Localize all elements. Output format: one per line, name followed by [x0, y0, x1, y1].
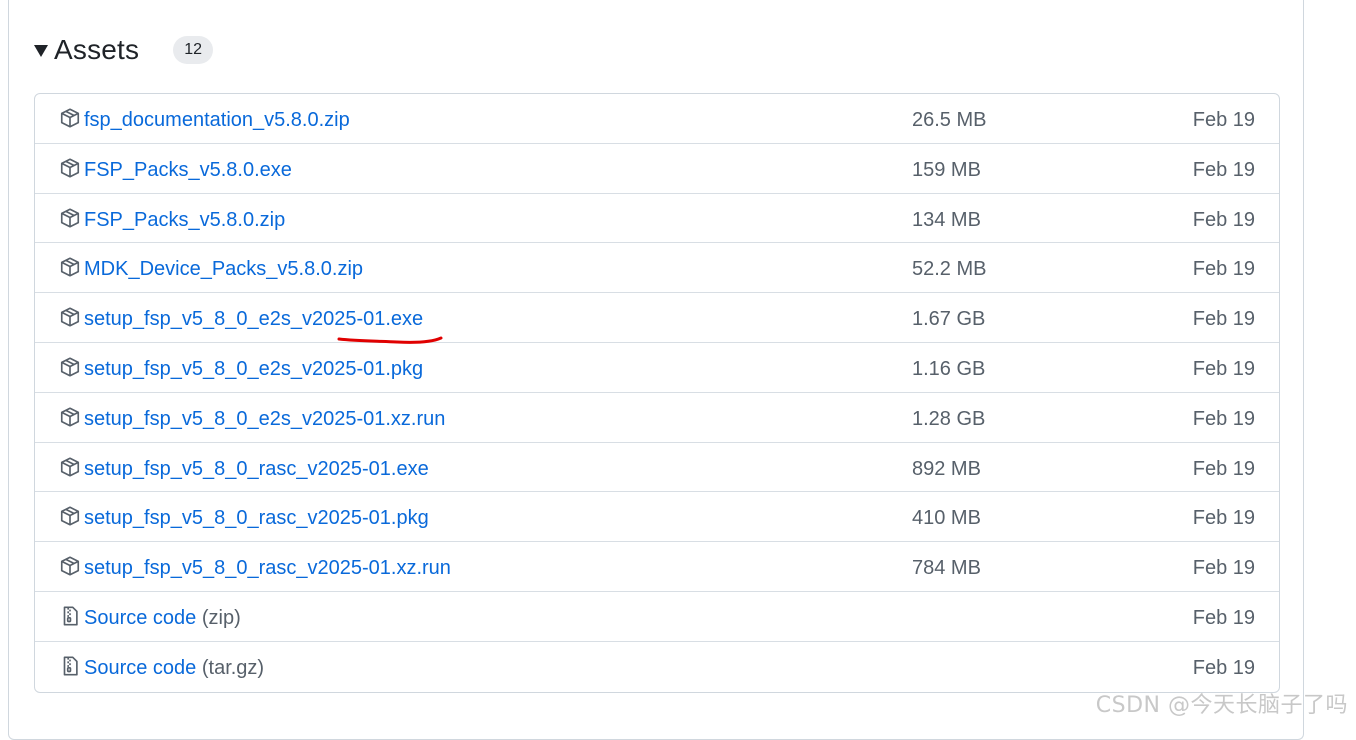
file-zip-icon	[59, 655, 81, 677]
package-icon	[59, 456, 81, 478]
asset-row: FSP_Packs_v5.8.0.zip 134 MB Feb 19	[35, 194, 1279, 244]
package-icon	[59, 356, 81, 378]
package-icon	[59, 207, 81, 229]
asset-name[interactable]: setup_fsp_v5_8_0_rasc_v2025-01.xz.run	[84, 557, 451, 579]
assets-count-badge: 12	[173, 36, 213, 64]
asset-date: Feb 19	[1193, 606, 1255, 630]
asset-row: FSP_Packs_v5.8.0.exe 159 MB Feb 19	[35, 144, 1279, 194]
asset-row: Source code (tar.gz) Feb 19	[35, 642, 1279, 692]
asset-size: 134 MB	[912, 208, 981, 232]
asset-size: 52.2 MB	[912, 257, 986, 281]
asset-name[interactable]: FSP_Packs_v5.8.0.zip	[84, 209, 285, 231]
asset-name[interactable]: setup_fsp_v5_8_0_e2s_v2025-01.xz.run	[84, 408, 445, 430]
asset-date: Feb 19	[1193, 108, 1255, 132]
asset-size: 159 MB	[912, 158, 981, 182]
asset-date: Feb 19	[1193, 307, 1255, 331]
asset-date: Feb 19	[1193, 556, 1255, 580]
red-underline-annotation	[337, 335, 443, 347]
asset-date: Feb 19	[1193, 457, 1255, 481]
asset-name[interactable]: Source code	[84, 607, 196, 629]
asset-download-link[interactable]: setup_fsp_v5_8_0_e2s_v2025-01.xz.run	[84, 407, 445, 431]
asset-download-link[interactable]: setup_fsp_v5_8_0_e2s_v2025-01.pkg	[84, 357, 423, 381]
asset-download-link[interactable]: MDK_Device_Packs_v5.8.0.zip	[84, 257, 363, 281]
asset-size: 410 MB	[912, 506, 981, 530]
asset-row: Source code (zip) Feb 19	[35, 592, 1279, 642]
asset-size: 784 MB	[912, 556, 981, 580]
asset-download-link[interactable]: fsp_documentation_v5.8.0.zip	[84, 108, 350, 132]
file-zip-icon	[59, 605, 81, 627]
asset-name-suffix[interactable]: (zip)	[196, 607, 240, 629]
asset-date: Feb 19	[1193, 506, 1255, 530]
asset-download-link[interactable]: setup_fsp_v5_8_0_rasc_v2025-01.pkg	[84, 506, 429, 530]
package-icon	[59, 406, 81, 428]
asset-row: setup_fsp_v5_8_0_e2s_v2025-01.exe 1.67 G…	[35, 293, 1279, 343]
asset-row: setup_fsp_v5_8_0_rasc_v2025-01.pkg 410 M…	[35, 492, 1279, 542]
asset-name-suffix[interactable]: (tar.gz)	[196, 657, 264, 679]
asset-date: Feb 19	[1193, 257, 1255, 281]
asset-download-link[interactable]: setup_fsp_v5_8_0_rasc_v2025-01.xz.run	[84, 556, 451, 580]
assets-header[interactable]: Assets 12	[34, 30, 213, 70]
caret-down-icon[interactable]	[34, 45, 48, 57]
asset-size: 1.67 GB	[912, 307, 985, 331]
asset-date: Feb 19	[1193, 158, 1255, 182]
package-icon	[59, 157, 81, 179]
package-icon	[59, 505, 81, 527]
asset-row: fsp_documentation_v5.8.0.zip 26.5 MB Feb…	[35, 94, 1279, 144]
asset-size: 26.5 MB	[912, 108, 986, 132]
asset-name[interactable]: setup_fsp_v5_8_0_e2s_v2025-01.pkg	[84, 358, 423, 380]
asset-download-link[interactable]: FSP_Packs_v5.8.0.zip	[84, 208, 285, 232]
asset-name[interactable]: setup_fsp_v5_8_0_rasc_v2025-01.exe	[84, 458, 429, 480]
asset-download-link[interactable]: Source code (tar.gz)	[84, 656, 264, 680]
asset-name[interactable]: FSP_Packs_v5.8.0.exe	[84, 159, 292, 181]
asset-date: Feb 19	[1193, 656, 1255, 680]
assets-title: Assets	[54, 34, 139, 66]
asset-row: setup_fsp_v5_8_0_e2s_v2025-01.xz.run 1.2…	[35, 393, 1279, 443]
package-icon	[59, 256, 81, 278]
asset-name[interactable]: fsp_documentation_v5.8.0.zip	[84, 109, 350, 131]
asset-date: Feb 19	[1193, 407, 1255, 431]
asset-row: setup_fsp_v5_8_0_e2s_v2025-01.pkg 1.16 G…	[35, 343, 1279, 393]
asset-size: 1.28 GB	[912, 407, 985, 431]
asset-download-link[interactable]: setup_fsp_v5_8_0_e2s_v2025-01.exe	[84, 307, 423, 331]
package-icon	[59, 306, 81, 328]
asset-download-link[interactable]: FSP_Packs_v5.8.0.exe	[84, 158, 292, 182]
asset-name[interactable]: MDK_Device_Packs_v5.8.0.zip	[84, 258, 363, 280]
asset-size: 892 MB	[912, 457, 981, 481]
asset-row: setup_fsp_v5_8_0_rasc_v2025-01.xz.run 78…	[35, 542, 1279, 592]
asset-download-link[interactable]: setup_fsp_v5_8_0_rasc_v2025-01.exe	[84, 457, 429, 481]
package-icon	[59, 107, 81, 129]
asset-date: Feb 19	[1193, 357, 1255, 381]
package-icon	[59, 555, 81, 577]
asset-size: 1.16 GB	[912, 357, 985, 381]
watermark: CSDN @今天长脑子了吗	[1096, 687, 1348, 719]
asset-name[interactable]: setup_fsp_v5_8_0_e2s_v2025-01.exe	[84, 308, 423, 330]
asset-row: setup_fsp_v5_8_0_rasc_v2025-01.exe 892 M…	[35, 443, 1279, 493]
asset-date: Feb 19	[1193, 208, 1255, 232]
asset-name[interactable]: Source code	[84, 657, 196, 679]
asset-list: fsp_documentation_v5.8.0.zip 26.5 MB Feb…	[34, 93, 1280, 693]
asset-row: MDK_Device_Packs_v5.8.0.zip 52.2 MB Feb …	[35, 243, 1279, 293]
asset-download-link[interactable]: Source code (zip)	[84, 606, 241, 630]
asset-name[interactable]: setup_fsp_v5_8_0_rasc_v2025-01.pkg	[84, 507, 429, 529]
